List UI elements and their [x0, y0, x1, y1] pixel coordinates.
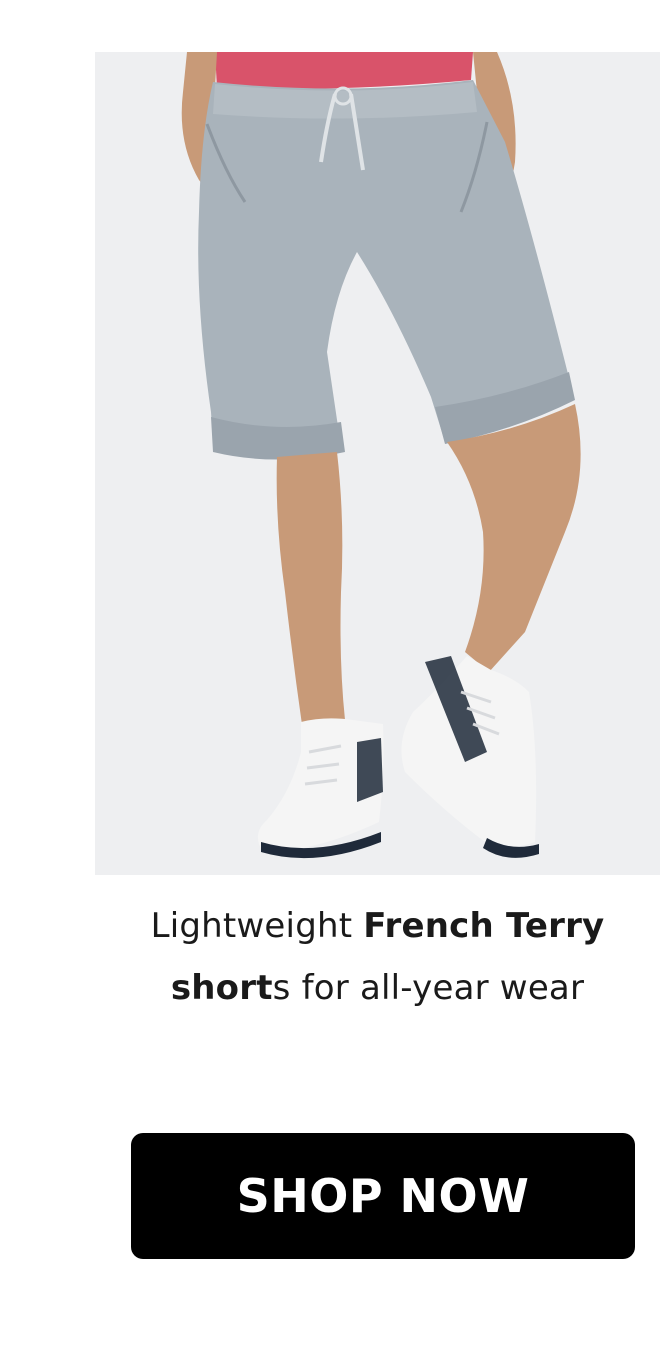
caption-line-2: shorts for all-year wear — [95, 957, 660, 1019]
caption-line-1: Lightweight French Terry — [95, 895, 660, 957]
promo-page: Lightweight French Terry shorts for all-… — [0, 0, 660, 1353]
caption-regular-text: Lightweight — [150, 906, 364, 946]
product-photo[interactable] — [95, 52, 660, 875]
shop-now-button[interactable]: SHOP NOW — [131, 1133, 635, 1259]
caption-regular-text-2: s for all-year wear — [272, 968, 585, 1008]
caption-bold-text-2: short — [170, 968, 273, 1008]
caption-bold-text: French Terry — [363, 906, 605, 946]
product-caption: Lightweight French Terry shorts for all-… — [95, 895, 660, 1019]
shorts-illustration — [95, 52, 660, 875]
